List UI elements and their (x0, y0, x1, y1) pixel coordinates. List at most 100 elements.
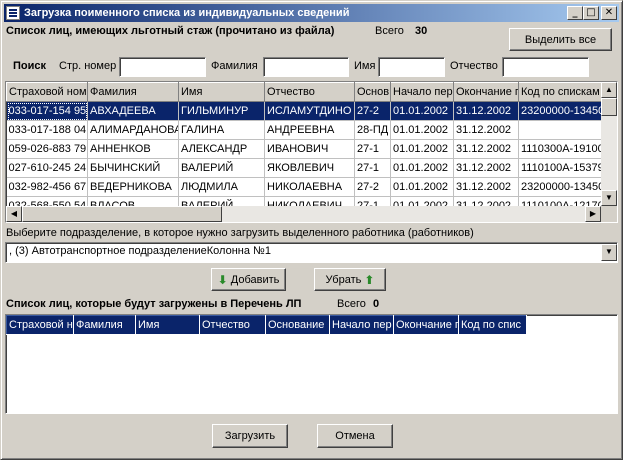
arrow-down-icon: ⬇ (217, 272, 228, 287)
table-cell: 27-1 (354, 158, 391, 178)
add-label: Добавить (230, 273, 280, 286)
title-bar[interactable]: Загрузка поименного списка из индивидуал… (4, 4, 619, 22)
source-list-heading: Список лиц, имеющих льготный стаж (прочи… (6, 25, 335, 37)
add-button[interactable]: ⬇ Добавить (211, 268, 286, 291)
table-cell: 31.12.2002 (453, 120, 519, 140)
chevron-down-icon[interactable]: ▼ (601, 244, 617, 261)
source-column-header[interactable]: Страховой ном (6, 82, 88, 102)
select-all-label: Выделить все (524, 33, 597, 46)
window-title: Загрузка поименного списка из индивидуал… (24, 7, 350, 19)
table-cell: 059-026-883 79 (6, 139, 88, 159)
table-cell: ИСЛАМУТДИНО (264, 101, 355, 121)
arrow-up-icon: ⬆ (364, 272, 375, 287)
close-icon: ✕ (604, 7, 614, 18)
cancel-button[interactable]: Отмена (317, 424, 393, 448)
table-cell: 033-017-154 95 (6, 101, 88, 121)
maximize-icon: □ (586, 7, 596, 18)
target-column-header[interactable]: Начало пер (329, 315, 394, 335)
patronymic-search-input[interactable] (502, 57, 589, 77)
target-column-header[interactable]: Отчество (199, 315, 266, 335)
dialog-window: Загрузка поименного списка из индивидуал… (0, 0, 623, 460)
table-cell: АЛИМАРДАНОВА (87, 120, 179, 140)
department-select[interactable]: , (3) Автотранспортное подразделениеКоло… (5, 242, 618, 263)
table-cell: БЫЧИНСКИЙ (87, 158, 179, 178)
minimize-icon: _ (572, 7, 578, 18)
maximize-button[interactable]: □ (583, 6, 599, 20)
surname-label: Фамилия (211, 60, 258, 72)
target-total-label: Всего (337, 298, 366, 310)
target-column-header[interactable]: Страховой н (6, 315, 74, 335)
source-total-label: Всего (375, 25, 404, 37)
target-column-header[interactable]: Основание (265, 315, 330, 335)
table-cell: ВАЛЕРИЙ (178, 158, 265, 178)
select-all-button[interactable]: Выделить все (509, 28, 612, 51)
target-list-heading: Список лиц, которые будут загружены в Пе… (6, 298, 302, 310)
target-column-header[interactable]: Код по спис (458, 315, 527, 335)
table-cell: 01.01.2002 (390, 120, 454, 140)
table-cell: 31.12.2002 (453, 139, 519, 159)
table-cell: 27-2 (354, 101, 391, 121)
table-row[interactable]: 059-026-883 79 АННЕНКОВ АЛЕКСАНДР ИВАНОВИЧ 2… (6, 139, 617, 159)
source-vertical-scrollbar[interactable]: ▲ ▼ (601, 82, 617, 206)
table-cell: 027-610-245 24 (6, 158, 88, 178)
source-grid[interactable]: Страховой ном Фамилия Имя Отчество Основ Нача… (5, 81, 618, 223)
target-grid[interactable]: Страховой н Фамилия Имя Отчество Основание На… (5, 314, 618, 414)
table-cell: ИВАНОВИЧ (264, 139, 355, 159)
scroll-down-icon[interactable]: ▼ (601, 190, 617, 206)
scroll-up-icon[interactable]: ▲ (601, 82, 617, 98)
remove-label: Убрать (325, 273, 362, 286)
target-table: Страховой н Фамилия Имя Отчество Основание На… (6, 315, 527, 335)
table-cell: 01.01.2002 (390, 139, 454, 159)
source-column-header[interactable]: Окончание г (453, 82, 519, 102)
department-prompt: Выберите подразделение, в которое нужно … (6, 227, 474, 239)
target-total-value: 0 (373, 298, 380, 310)
name-label: Имя (354, 60, 376, 72)
source-column-header[interactable]: Фамилия (87, 82, 179, 102)
table-cell: 032-982-456 67 (6, 177, 88, 197)
table-cell: АЛЕКСАНДР (178, 139, 265, 159)
source-column-header[interactable]: Начало пер (390, 82, 454, 102)
target-column-header[interactable]: Окончание п (393, 315, 459, 335)
source-column-header[interactable]: Основ (354, 82, 391, 102)
target-column-header[interactable]: Имя (135, 315, 200, 335)
scroll-corner (601, 206, 617, 222)
name-search-input[interactable] (378, 57, 445, 77)
table-cell: НИКОЛАЕВНА (264, 177, 355, 197)
table-row[interactable]: 032-982-456 67 ВЕДЕРНИКОВА ЛЮДМИЛА НИКОЛАЕВ… (6, 177, 617, 197)
table-cell: 01.01.2002 (390, 158, 454, 178)
table-cell: 01.01.2002 (390, 177, 454, 197)
table-row[interactable]: 033-017-188 04 АЛИМАРДАНОВА ГАЛИНА АНДРЕЕВН… (6, 120, 617, 140)
table-row[interactable]: 027-610-245 24 БЫЧИНСКИЙ ВАЛЕРИЙ ЯКОВЛЕВИЧ 2… (6, 158, 617, 178)
source-column-header[interactable]: Имя (178, 82, 265, 102)
surname-search-input[interactable] (263, 57, 349, 77)
table-cell: ЛЮДМИЛА (178, 177, 265, 197)
table-cell: 31.12.2002 (453, 177, 519, 197)
table-cell: 27-2 (354, 177, 391, 197)
source-horizontal-scrollbar[interactable]: ◀ ▶ (6, 206, 601, 222)
scroll-right-icon[interactable]: ▶ (585, 206, 601, 222)
table-cell: 28-ПД (354, 120, 391, 140)
close-button[interactable]: ✕ (601, 6, 617, 20)
table-cell: 31.12.2002 (453, 158, 519, 178)
h-scroll-thumb[interactable] (22, 206, 222, 222)
target-column-header[interactable]: Фамилия (73, 315, 136, 335)
load-button[interactable]: Загрузить (212, 424, 288, 448)
search-bar: Поиск Стр. номер Фамилия Имя Отчество (4, 55, 619, 79)
table-cell: 01.01.2002 (390, 101, 454, 121)
remove-button[interactable]: Убрать ⬆ (314, 268, 386, 291)
table-cell: 033-017-188 04 (6, 120, 88, 140)
load-label: Загрузить (224, 430, 276, 442)
minimize-button[interactable]: _ (567, 6, 583, 20)
source-total-value: 30 (415, 25, 428, 37)
source-header-row: Страховой ном Фамилия Имя Отчество Основ Нача… (6, 82, 617, 102)
scroll-thumb[interactable] (601, 98, 617, 116)
scroll-left-icon[interactable]: ◀ (6, 206, 22, 222)
table-cell: 27-1 (354, 139, 391, 159)
department-value: , (3) Автотранспортное подразделениеКоло… (9, 245, 271, 257)
table-cell: АВХАДЕЕВА (87, 101, 179, 121)
source-column-header[interactable]: Отчество (264, 82, 355, 102)
table-row[interactable]: 033-017-154 95 АВХАДЕЕВА ГИЛЬМИНУР ИСЛАМУТД… (6, 101, 617, 121)
source-table: Страховой ном Фамилия Имя Отчество Основ Нача… (6, 82, 617, 216)
table-cell: АНДРЕЕВНА (264, 120, 355, 140)
snils-search-input[interactable] (119, 57, 206, 77)
